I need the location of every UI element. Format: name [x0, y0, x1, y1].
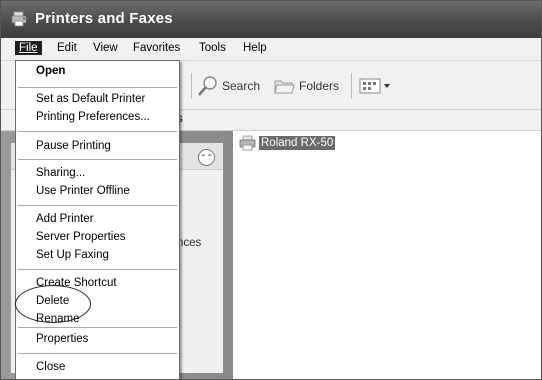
menu-item-open[interactable]: Open — [36, 65, 65, 77]
title-bar[interactable]: Printers and Faxes — [1, 1, 541, 38]
search-button[interactable]: Search — [197, 75, 260, 97]
views-button[interactable] — [359, 75, 391, 97]
chevron-down-icon — [384, 84, 390, 88]
printer-fax-icon — [11, 11, 27, 27]
menu-item-printing-preferences[interactable]: Printing Preferences... — [36, 111, 150, 123]
menu-separator — [18, 205, 177, 206]
printers-and-faxes-window: Printers and Faxes File Edit View Favori… — [0, 0, 542, 380]
menu-item-server-properties[interactable]: Server Properties — [36, 231, 125, 243]
menu-item-sharing[interactable]: Sharing... — [36, 167, 85, 179]
menu-item-set-up-faxing[interactable]: Set Up Faxing — [36, 249, 109, 261]
task-link-fragment[interactable]: nces — [177, 237, 201, 249]
menu-edit[interactable]: Edit — [57, 42, 77, 54]
menu-separator — [18, 159, 177, 160]
folders-label: Folders — [299, 79, 340, 93]
collapse-icon[interactable]: ⌃⌃ — [198, 149, 215, 166]
printers-list-pane: Roland RX-50 — [233, 131, 541, 379]
toolbar-separator — [351, 73, 352, 99]
menu-separator — [18, 269, 177, 270]
menu-item-use-printer-offline[interactable]: Use Printer Offline — [36, 185, 130, 197]
menu-file[interactable]: File — [15, 41, 42, 55]
menu-item-properties[interactable]: Properties — [36, 333, 88, 345]
search-label: Search — [222, 79, 261, 93]
toolbar-separator — [191, 73, 192, 99]
menu-tools[interactable]: Tools — [199, 42, 226, 54]
menu-item-set-default-printer[interactable]: Set as Default Printer — [36, 93, 145, 105]
menu-item-rename[interactable]: Rename — [36, 313, 79, 325]
file-menu-dropdown: Open Set as Default Printer Printing Pre… — [15, 60, 180, 379]
menu-help[interactable]: Help — [243, 42, 267, 54]
menu-favorites[interactable]: Favorites — [133, 42, 180, 54]
menu-item-pause-printing[interactable]: Pause Printing — [36, 140, 111, 152]
menu-item-create-shortcut[interactable]: Create Shortcut — [36, 277, 117, 289]
menu-separator — [18, 131, 177, 132]
menu-item-close[interactable]: Close — [36, 361, 65, 373]
folders-icon — [274, 80, 295, 94]
folders-button[interactable]: Folders — [273, 75, 339, 97]
search-icon — [198, 76, 217, 96]
printer-icon — [239, 135, 256, 151]
printer-name: Roland RX-50 — [259, 136, 336, 150]
menu-item-add-printer[interactable]: Add Printer — [36, 213, 94, 225]
views-icon — [359, 78, 381, 94]
menu-view[interactable]: View — [93, 42, 118, 54]
menu-item-delete[interactable]: Delete — [36, 295, 69, 307]
menu-separator — [18, 87, 177, 88]
menu-separator — [18, 353, 177, 354]
menu-bar: File Edit View Favorites Tools Help — [1, 38, 541, 61]
window-title: Printers and Faxes — [35, 10, 173, 27]
menu-separator — [18, 327, 177, 328]
printer-item-roland[interactable]: Roland RX-50 — [239, 135, 336, 151]
